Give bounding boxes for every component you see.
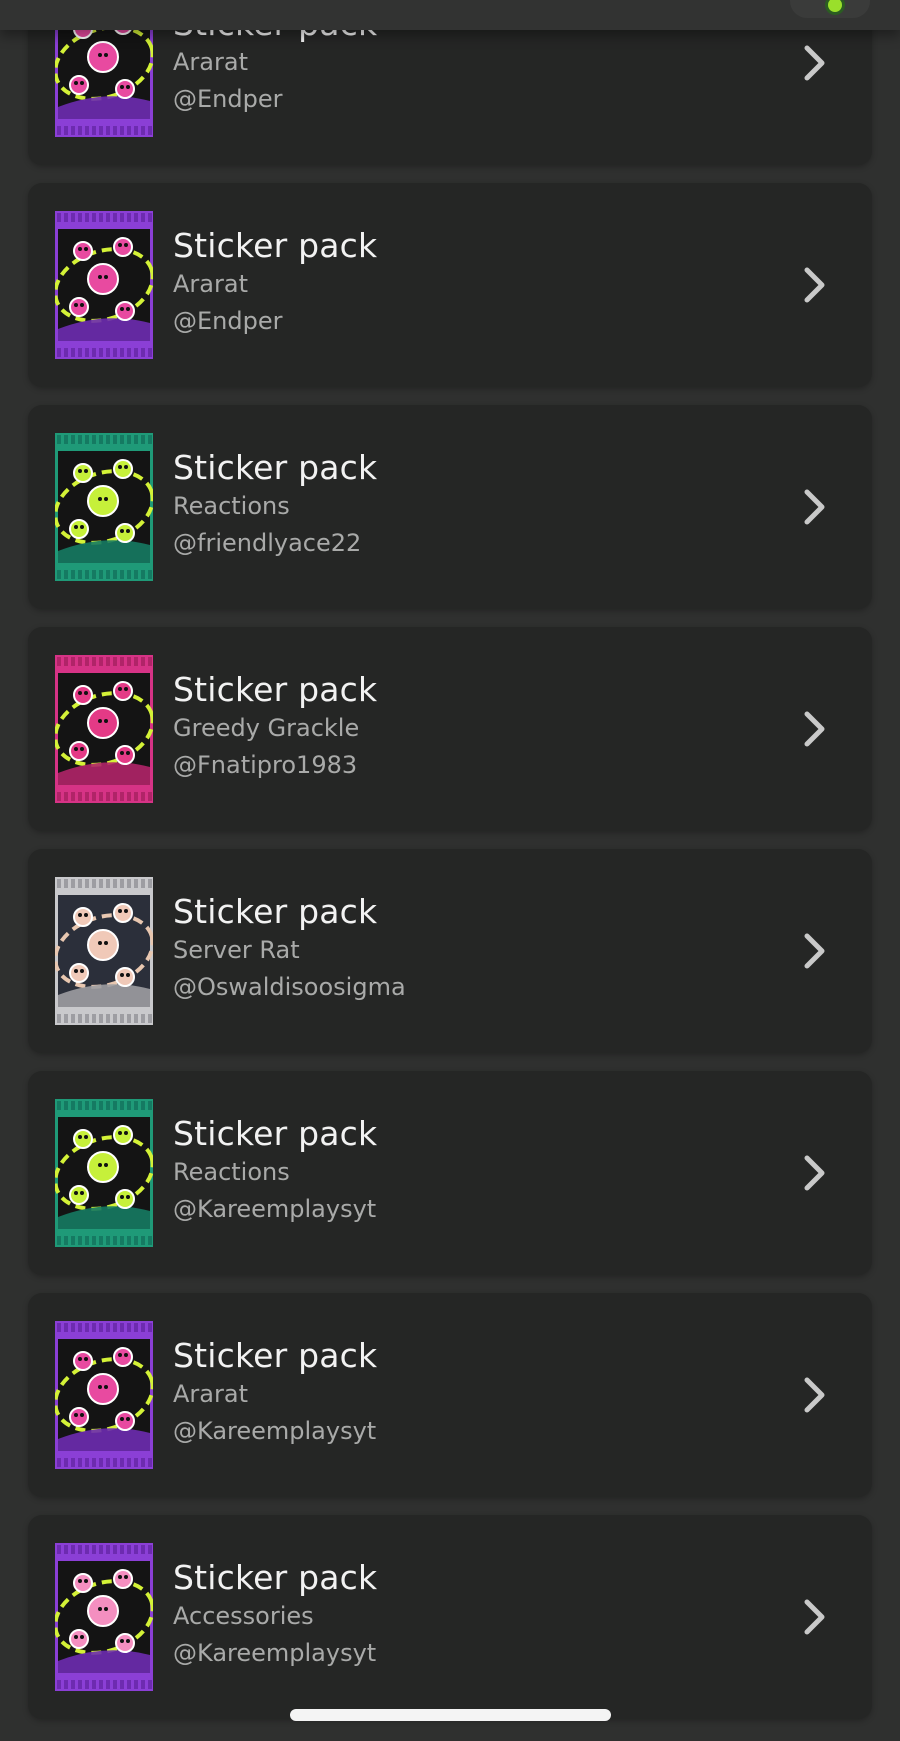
sticker-pack-icon <box>55 655 153 803</box>
chevron-right-icon[interactable] <box>794 931 834 971</box>
sticker-pack-author: @Kareemplaysyt <box>173 1195 377 1223</box>
sticker-pack-text: Sticker pack Ararat @Endper <box>173 226 377 336</box>
sticker-pack-text: Sticker pack Reactions @Kareemplaysyt <box>173 1114 377 1224</box>
sticker-pack-icon <box>55 433 153 581</box>
sticker-pack-author: @Endper <box>173 307 283 335</box>
sticker-pack-card[interactable]: Sticker pack Ararat @Kareemplaysyt <box>28 1293 872 1497</box>
sticker-pack-author: @Oswaldisoosigma <box>173 973 406 1001</box>
sticker-pack-card[interactable]: Sticker pack Reactions @Kareemplaysyt <box>28 1071 872 1275</box>
sticker-pack-author: @Endper <box>173 85 283 113</box>
sticker-pack-card[interactable]: Sticker pack Accessories @Kareemplaysyt <box>28 1515 872 1719</box>
sticker-pack-text: Sticker pack Ararat @Kareemplaysyt <box>173 1336 377 1446</box>
sticker-pack-card[interactable]: Sticker pack Ararat @Endper <box>28 183 872 387</box>
sticker-pack-name: Ararat <box>173 48 248 76</box>
sticker-pack-icon <box>55 1321 153 1469</box>
sticker-pack-title: Sticker pack <box>173 448 378 487</box>
top-bar <box>0 0 900 30</box>
chevron-right-icon[interactable] <box>794 487 834 527</box>
sticker-pack-name: Ararat <box>173 270 248 298</box>
sticker-pack-author: @Kareemplaysyt <box>173 1639 377 1667</box>
sticker-pack-author: @Kareemplaysyt <box>173 1417 377 1445</box>
sticker-pack-name: Reactions <box>173 1158 290 1186</box>
sticker-pack-text: Sticker pack Accessories @Kareemplaysyt <box>173 1558 377 1668</box>
status-dot-icon <box>828 0 842 12</box>
sticker-pack-icon <box>55 211 153 359</box>
sticker-pack-card[interactable]: Sticker pack Reactions @friendlyace22 <box>28 405 872 609</box>
sticker-pack-name: Accessories <box>173 1602 314 1630</box>
sticker-pack-text: Sticker pack Server Rat @Oswaldisoosigma <box>173 892 406 1002</box>
chevron-right-icon[interactable] <box>794 1153 834 1193</box>
profile-button[interactable] <box>790 0 870 18</box>
sticker-pack-name: Server Rat <box>173 936 300 964</box>
sticker-pack-author: @Fnatipro1983 <box>173 751 358 779</box>
chevron-right-icon[interactable] <box>794 265 834 305</box>
sticker-pack-title: Sticker pack <box>173 892 378 931</box>
sticker-pack-name: Ararat <box>173 1380 248 1408</box>
sticker-pack-card[interactable]: Sticker pack Server Rat @Oswaldisoosigma <box>28 849 872 1053</box>
chevron-right-icon[interactable] <box>794 43 834 83</box>
sticker-pack-card[interactable]: Sticker pack Greedy Grackle @Fnatipro198… <box>28 627 872 831</box>
chevron-right-icon[interactable] <box>794 1597 834 1637</box>
sticker-pack-title: Sticker pack <box>173 226 378 265</box>
sticker-pack-name: Reactions <box>173 492 290 520</box>
sticker-pack-text: Sticker pack Reactions @friendlyace22 <box>173 448 377 558</box>
home-indicator[interactable] <box>290 1709 611 1721</box>
sticker-pack-title: Sticker pack <box>173 1114 378 1153</box>
sticker-pack-author: @friendlyace22 <box>173 529 362 557</box>
sticker-pack-icon <box>55 1099 153 1247</box>
sticker-pack-title: Sticker pack <box>173 1336 378 1375</box>
sticker-pack-icon <box>55 1543 153 1691</box>
sticker-pack-text: Sticker pack Greedy Grackle @Fnatipro198… <box>173 670 377 780</box>
chevron-right-icon[interactable] <box>794 1375 834 1415</box>
sticker-pack-list-screen: Sticker pack Ararat @Endper Sticker pack… <box>0 0 900 1741</box>
sticker-pack-title: Sticker pack <box>173 670 378 709</box>
sticker-pack-icon <box>55 877 153 1025</box>
chevron-right-icon[interactable] <box>794 709 834 749</box>
sticker-pack-title: Sticker pack <box>173 1558 378 1597</box>
sticker-pack-name: Greedy Grackle <box>173 714 360 742</box>
